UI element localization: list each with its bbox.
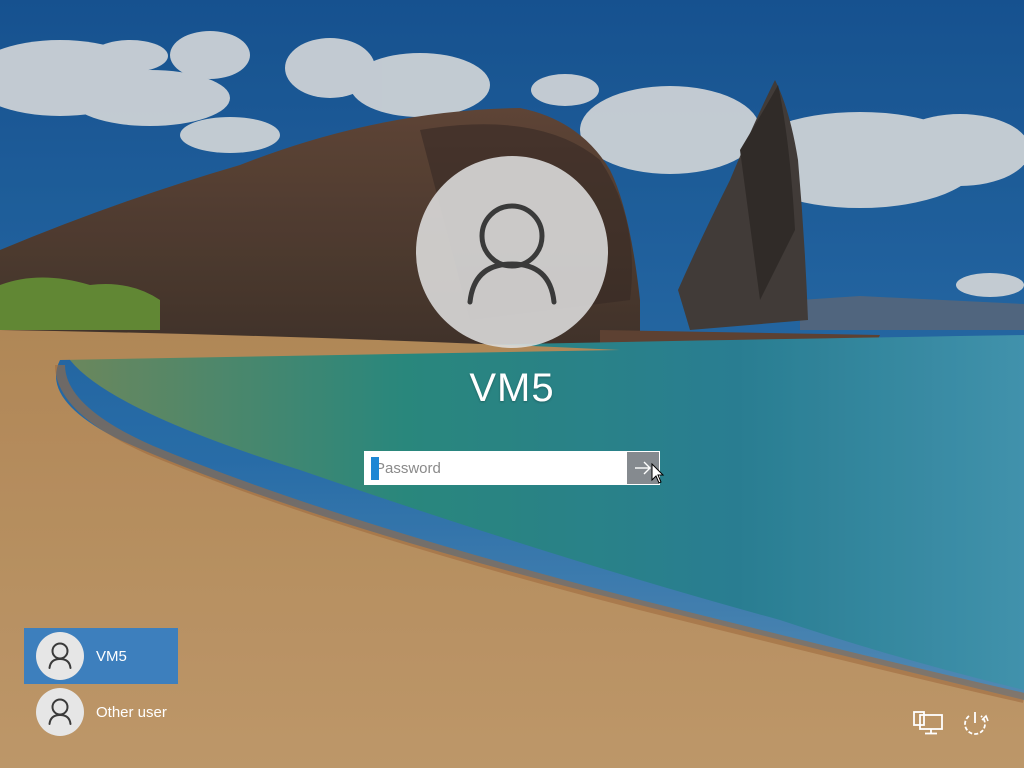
arrow-right-icon [635,461,651,475]
user-silhouette-icon [48,698,72,725]
password-box [364,451,660,485]
user-tile-vm5[interactable]: VM5 [24,628,178,684]
username-heading: VM5 [469,366,555,410]
user-avatar-small [36,632,84,680]
network-button[interactable] [910,706,944,740]
power-button[interactable] [958,706,992,740]
mouse-pointer-icon [651,463,665,484]
lock-screen: VM5 VM5 Other user [0,0,1024,768]
network-icon [913,711,943,735]
text-caret [371,457,379,480]
user-tile-label: VM5 [96,648,127,665]
user-avatar-large [416,156,608,348]
user-silhouette-icon [467,203,557,305]
user-silhouette-icon [48,642,72,669]
user-tile-other-user[interactable]: Other user [24,684,178,740]
user-avatar-small [36,688,84,736]
power-icon [964,712,989,735]
password-input[interactable] [371,455,625,481]
user-tile-label: Other user [96,704,167,721]
